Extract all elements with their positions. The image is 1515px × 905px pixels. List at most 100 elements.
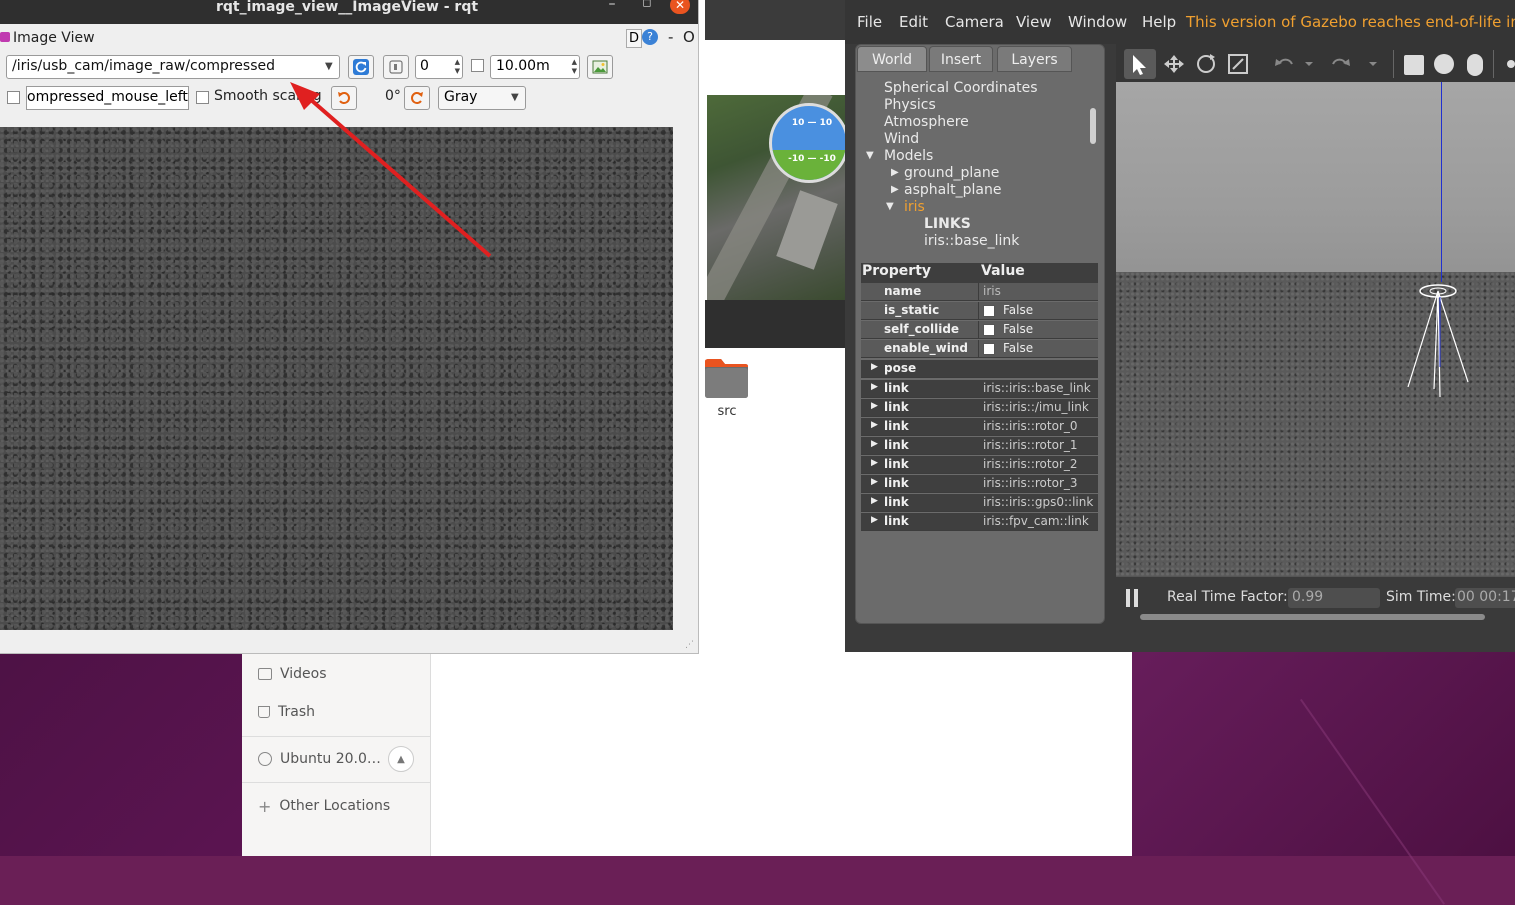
expand-right-icon[interactable]: ▶ [871, 382, 878, 392]
menu-window[interactable]: Window [1068, 13, 1127, 31]
property-row-pose[interactable]: ▶ pose [861, 360, 1098, 378]
expand-right-icon[interactable]: ▶ [871, 362, 878, 372]
expand-right-icon[interactable]: ▶ [871, 496, 878, 506]
eject-icon[interactable]: ▲ [388, 746, 414, 772]
rotate-mode-icon[interactable] [1194, 49, 1220, 79]
tab-layers[interactable]: Layers [997, 46, 1072, 72]
menu-edit[interactable]: Edit [899, 13, 928, 31]
save-image-button[interactable] [587, 55, 613, 79]
tree-item-base-link[interactable]: iris::base_link [924, 233, 1019, 249]
plugin-icon [0, 32, 10, 42]
spin-arrows-icon[interactable]: ▲ ▼ [455, 58, 460, 76]
property-checkbox[interactable] [983, 305, 995, 317]
attitude-top-scale: 10 — 10 [791, 118, 833, 128]
expand-right-icon[interactable]: ▶ [891, 184, 899, 195]
zoom-spinbox[interactable]: 0 ▲ ▼ [415, 55, 463, 79]
tab-world[interactable]: World [857, 46, 927, 72]
real-time-factor-field: 0.99 [1288, 588, 1380, 608]
expand-right-icon[interactable]: ▶ [871, 477, 878, 487]
menu-file[interactable]: File [857, 13, 882, 31]
zoom-1-button[interactable] [383, 55, 409, 79]
help-button[interactable]: ? [642, 29, 658, 45]
dynamic-range-checkbox[interactable] [471, 59, 484, 72]
expand-right-icon[interactable]: ▶ [871, 401, 878, 411]
property-row-link[interactable]: ▶ link iris::iris::rotor_0 [861, 418, 1098, 436]
menu-help[interactable]: Help [1142, 13, 1176, 31]
minimize-button[interactable]: – [604, 0, 620, 12]
property-row-link[interactable]: ▶ link iris::iris::rotor_3 [861, 475, 1098, 493]
publish-mouse-checkbox[interactable] [7, 91, 20, 104]
topic-select[interactable]: /iris/usb_cam/image_raw/compressed ▼ [6, 55, 340, 79]
scale-mode-icon[interactable] [1226, 49, 1252, 79]
spin-arrows-icon[interactable]: ▲ ▼ [572, 58, 577, 76]
iris-drone-model[interactable] [1396, 277, 1476, 402]
tree-scrollbar[interactable] [1090, 108, 1096, 144]
sidebar-item-videos[interactable]: Videos [258, 661, 327, 687]
menu-view[interactable]: View [1016, 13, 1052, 31]
box-shape-icon[interactable] [1402, 49, 1426, 79]
expand-right-icon[interactable]: ▶ [891, 167, 899, 178]
property-checkbox[interactable] [983, 343, 995, 355]
folder-icon[interactable] [703, 357, 749, 399]
tree-item-spherical[interactable]: Spherical Coordinates [884, 80, 1038, 96]
window-title: rqt_image_view__ImageView - rqt [215, 0, 479, 15]
plugin-title: Image View [13, 30, 95, 46]
property-row-link[interactable]: ▶ link iris::iris::gps0::link [861, 494, 1098, 512]
property-row-link[interactable]: ▶ link iris::fpv_cam::link [861, 513, 1098, 531]
expand-down-icon[interactable]: ▼ [866, 150, 874, 161]
cylinder-shape-icon[interactable] [1464, 49, 1488, 79]
redo-icon[interactable] [1326, 49, 1356, 79]
property-value: iris::iris::rotor_3 [983, 476, 1078, 490]
tree-item-models[interactable]: Models [884, 148, 933, 164]
property-row-link[interactable]: ▶ link iris::iris::rotor_1 [861, 437, 1098, 455]
property-value[interactable]: iris [983, 284, 1001, 298]
translate-mode-icon[interactable] [1160, 49, 1186, 79]
resize-grip-icon[interactable]: ⋰ [685, 640, 695, 650]
menu-camera[interactable]: Camera [945, 13, 1004, 31]
tree-item-asphalt-plane[interactable]: asphalt_plane [904, 182, 1001, 198]
property-value: iris::iris::base_link [983, 381, 1091, 395]
property-value: False [1003, 341, 1034, 355]
tree-item-atmosphere[interactable]: Atmosphere [884, 114, 969, 130]
sidebar-item-label: Videos [280, 666, 327, 682]
minimize-plugin-button[interactable]: - [668, 28, 673, 46]
sphere-shape-icon[interactable] [1432, 49, 1456, 79]
property-row-link[interactable]: ▶ link iris::iris::rotor_2 [861, 456, 1098, 474]
expand-right-icon[interactable]: ▶ [871, 515, 878, 525]
expand-right-icon[interactable]: ▶ [871, 420, 878, 430]
tree-item-physics[interactable]: Physics [884, 97, 936, 113]
tree-item-iris[interactable]: iris [904, 199, 925, 215]
property-checkbox[interactable] [983, 324, 995, 336]
property-row-link[interactable]: ▶ link iris::iris::base_link [861, 380, 1098, 398]
dock-button[interactable]: D [626, 29, 642, 48]
expand-down-icon[interactable]: ▼ [886, 201, 894, 212]
maximize-button[interactable]: ◻ [639, 0, 655, 12]
property-divider [978, 340, 979, 358]
select-mode-icon[interactable] [1124, 49, 1156, 79]
property-divider [978, 283, 979, 301]
undo-icon[interactable] [1272, 49, 1302, 79]
property-name: link [884, 476, 909, 490]
max-range-spinbox[interactable]: 10.00m ▲ ▼ [490, 55, 580, 79]
sidebar-item-other-locations[interactable]: + Other Locations [258, 793, 390, 819]
gazebo-3d-viewport[interactable] [1116, 82, 1515, 576]
expand-right-icon[interactable]: ▶ [871, 439, 878, 449]
property-value: iris::iris::rotor_2 [983, 457, 1078, 471]
sidebar-item-trash[interactable]: Trash [258, 699, 315, 725]
pause-icon[interactable] [1126, 589, 1140, 607]
property-header-name: Property [862, 263, 932, 279]
property-row-link[interactable]: ▶ link iris::iris::/imu_link [861, 399, 1098, 417]
property-divider [978, 302, 979, 320]
tree-item-ground-plane[interactable]: ground_plane [904, 165, 999, 181]
refresh-button[interactable] [348, 55, 374, 79]
sidebar-item-ubuntu-volume[interactable]: Ubuntu 20.0… [258, 746, 381, 772]
property-name: is_static [884, 303, 940, 317]
light-icon[interactable] [1500, 49, 1515, 79]
tree-item-wind[interactable]: Wind [884, 131, 919, 147]
tab-insert[interactable]: Insert [929, 46, 993, 72]
viewport-scrollbar[interactable] [1140, 614, 1485, 620]
expand-right-icon[interactable]: ▶ [871, 458, 878, 468]
mouse-topic-input[interactable]: ompressed_mouse_left [26, 86, 189, 110]
smooth-scaling-checkbox[interactable] [196, 91, 209, 104]
close-plugin-button[interactable]: O [683, 28, 695, 46]
